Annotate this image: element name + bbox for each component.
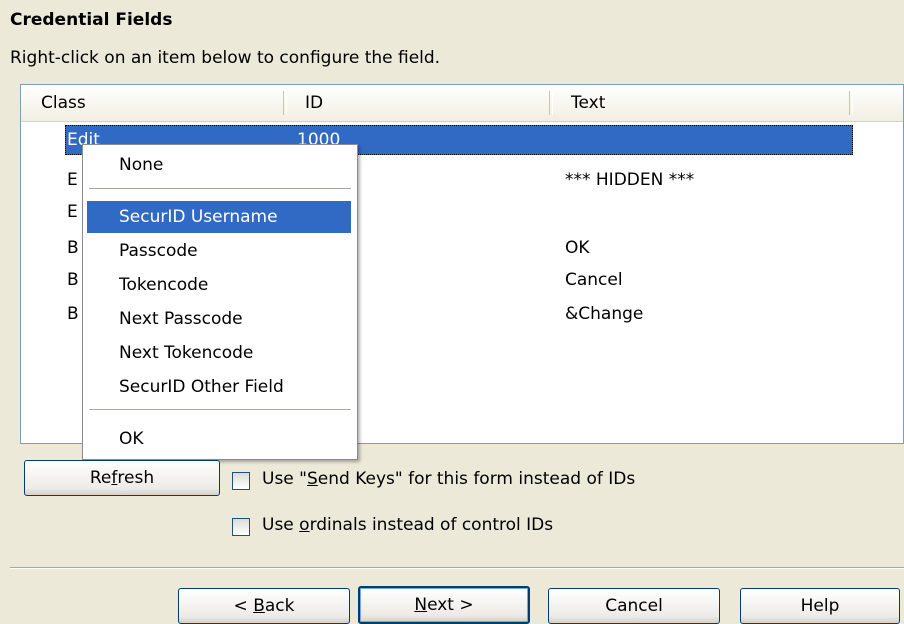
send-keys-label-post: end Keys" for this form instead of IDs — [317, 469, 636, 489]
section-title: Credential Fields — [10, 10, 173, 30]
ordinals-label-accel: o — [299, 515, 310, 535]
cancel-button[interactable]: Cancel — [548, 588, 720, 624]
menu-separator — [89, 188, 351, 189]
back-label-accel: B — [253, 596, 265, 616]
column-separator[interactable] — [849, 91, 853, 115]
refresh-button[interactable]: Refresh — [24, 460, 220, 496]
back-button[interactable]: < Back — [178, 588, 350, 624]
column-header-text[interactable]: Text — [551, 85, 851, 121]
next-label-post: ext > — [427, 595, 474, 615]
send-keys-label-accel: S — [306, 469, 318, 489]
cell-text: OK — [565, 238, 590, 258]
refresh-label-post: resh — [117, 468, 155, 488]
menu-item-none[interactable]: None — [87, 149, 351, 181]
menu-item-securid-other-field[interactable]: SecurID Other Field — [87, 371, 351, 403]
ordinals-label-post: rdinals instead of control IDs — [309, 515, 554, 535]
back-label-post: ack — [264, 596, 295, 616]
menu-item-next-passcode[interactable]: Next Passcode — [87, 303, 351, 335]
next-label-accel: N — [414, 595, 428, 615]
refresh-label-pre: Re — [89, 468, 112, 488]
column-header-class[interactable]: Class — [21, 85, 285, 121]
cell-class: B — [67, 238, 79, 258]
help-button[interactable]: Help — [740, 588, 900, 624]
menu-item-securid-username[interactable]: SecurID Username — [87, 201, 351, 233]
list-header: Class ID Text — [21, 85, 903, 122]
menu-separator — [89, 409, 351, 410]
cell-text: *** HIDDEN *** — [565, 170, 695, 190]
back-label-pre: < — [233, 596, 254, 616]
column-header-id[interactable]: ID — [285, 85, 551, 121]
cell-class: E — [67, 170, 78, 190]
field-type-context-menu: None SecurID Username Passcode Tokencode… — [82, 144, 358, 460]
ordinals-label-pre: Use — [262, 515, 300, 535]
next-button[interactable]: Next > — [358, 586, 530, 624]
send-keys-label-pre: Use " — [262, 469, 307, 489]
menu-item-ok[interactable]: OK — [87, 423, 351, 455]
cell-class: E — [67, 202, 78, 222]
footer-divider — [10, 567, 904, 569]
instruction-text: Right-click on an item below to configur… — [10, 48, 441, 68]
menu-item-next-tokencode[interactable]: Next Tokencode — [87, 337, 351, 369]
menu-item-tokencode[interactable]: Tokencode — [87, 269, 351, 301]
cell-class: B — [67, 304, 79, 324]
cell-class: B — [67, 270, 79, 290]
send-keys-checkbox[interactable] — [232, 472, 250, 490]
ordinals-checkbox[interactable] — [232, 518, 250, 536]
ordinals-label[interactable]: Use ordinals instead of control IDs — [262, 515, 553, 535]
cell-text: Cancel — [565, 270, 623, 290]
cell-text: &Change — [565, 304, 644, 324]
menu-item-passcode[interactable]: Passcode — [87, 235, 351, 267]
send-keys-label[interactable]: Use "Send Keys" for this form instead of… — [262, 469, 635, 489]
